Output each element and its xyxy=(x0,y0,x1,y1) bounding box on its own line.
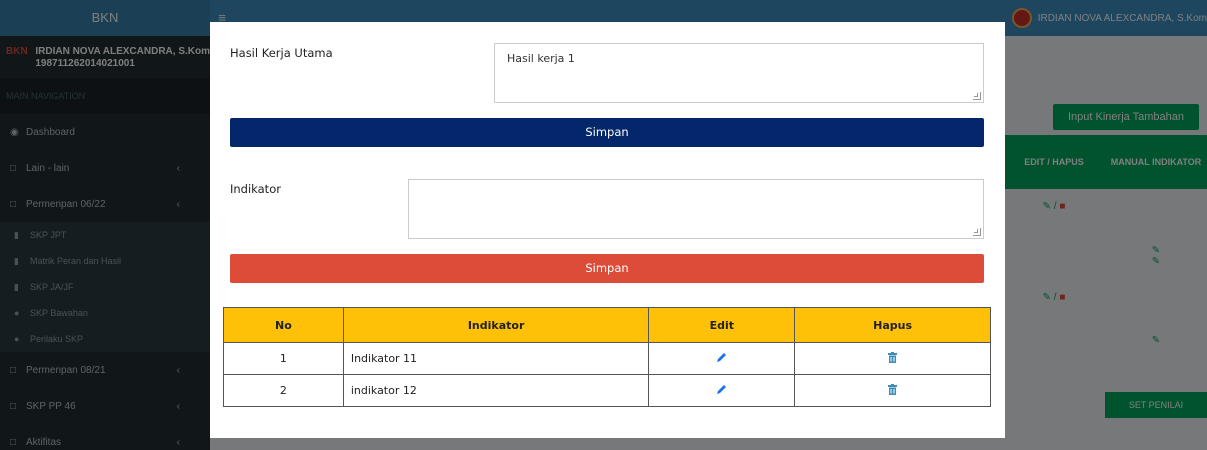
simpan-indikator-button[interactable]: Simpan xyxy=(230,254,984,283)
resize-handle-icon[interactable] xyxy=(973,92,981,100)
indikator-label: Indikator xyxy=(230,182,281,196)
row-number: 2 xyxy=(223,374,344,407)
delete-trash-icon[interactable] xyxy=(888,351,898,363)
col-edit: Edit xyxy=(648,307,796,343)
hasil-kerja-label: Hasil Kerja Utama xyxy=(230,46,333,60)
row-number: 1 xyxy=(223,342,344,375)
hasil-kerja-textarea[interactable]: Hasil kerja 1 xyxy=(494,43,984,103)
resize-handle-icon[interactable] xyxy=(973,228,981,236)
table-row: 1 Indikator 11 xyxy=(223,342,991,375)
delete-trash-icon[interactable] xyxy=(888,383,898,395)
col-no: No xyxy=(223,307,344,343)
edit-pencil-icon[interactable] xyxy=(716,384,728,398)
col-indikator: Indikator xyxy=(342,307,650,343)
row-indikator: indikator 12 xyxy=(342,374,650,407)
edit-pencil-icon[interactable] xyxy=(716,352,728,366)
row-indikator: Indikator 11 xyxy=(342,342,650,375)
col-hapus: Hapus xyxy=(794,307,991,343)
indikator-textarea[interactable] xyxy=(408,179,984,239)
simpan-hasil-button[interactable]: Simpan xyxy=(230,118,984,147)
table-row: 2 indikator 12 xyxy=(223,374,991,407)
indikator-modal: Hasil Kerja Utama Hasil kerja 1 Simpan I… xyxy=(210,22,1005,438)
table-header-row: No Indikator Edit Hapus xyxy=(223,307,991,343)
indikator-table: No Indikator Edit Hapus 1 Indikator 11 2… xyxy=(223,307,991,407)
